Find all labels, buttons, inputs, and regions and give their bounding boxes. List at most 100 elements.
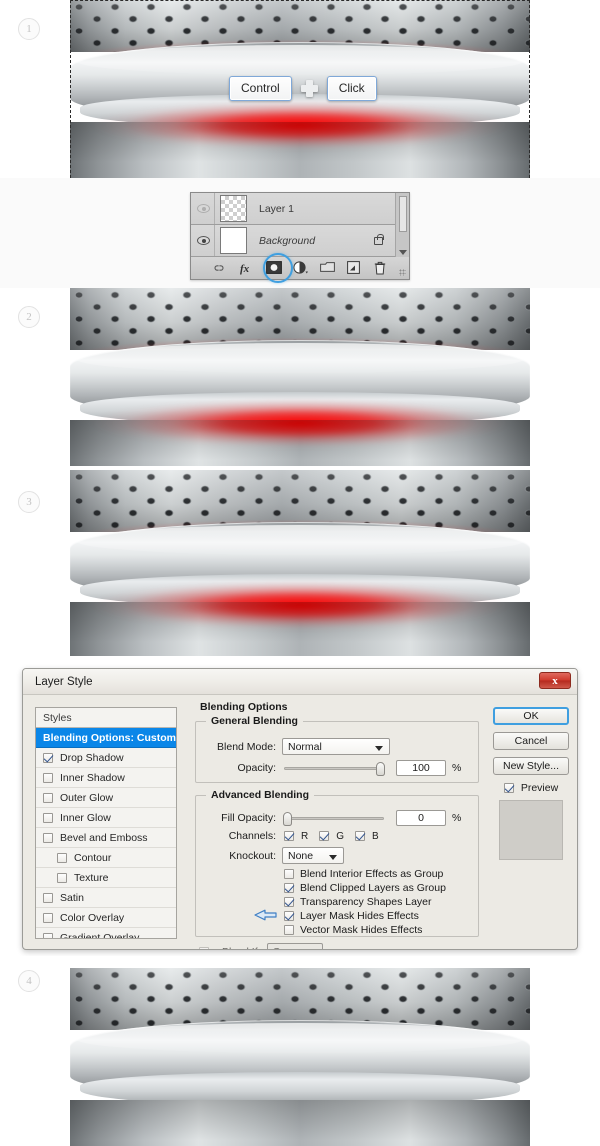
style-checkbox[interactable] (43, 912, 53, 923)
layer-mask-hides-effects-checkbox[interactable] (284, 911, 294, 921)
styles-list-header: Styles (36, 708, 176, 728)
eye-icon[interactable] (197, 204, 210, 213)
blend-clipped-layers-label: Blend Clipped Layers as Group (300, 882, 446, 894)
transparency-shapes-layer-checkbox[interactable] (284, 897, 294, 907)
style-item-label: Color Overlay (60, 911, 125, 924)
fill-opacity-slider-knob[interactable] (283, 811, 292, 826)
layers-scrollbar[interactable] (395, 193, 409, 258)
blend-if-label: Blend If: (222, 946, 261, 950)
close-icon[interactable]: x (539, 672, 571, 689)
style-item-contour[interactable]: Contour (36, 848, 176, 868)
chevron-down-icon (375, 746, 383, 751)
opacity-value-field[interactable]: 100 (396, 760, 446, 776)
channel-g-label: G (336, 830, 345, 842)
layers-toolbar[interactable]: fx (191, 253, 409, 283)
layer-thumbnail[interactable] (220, 195, 247, 222)
advanced-blending-legend: Advanced Blending (206, 789, 315, 801)
preview-checkbox[interactable] (503, 783, 514, 793)
style-item-drop-shadow[interactable]: Drop Shadow (36, 748, 176, 768)
style-item-label: Blending Options: Custom (43, 731, 176, 744)
layer-thumbnail[interactable] (220, 227, 247, 254)
blend-interior-effects-checkbox[interactable] (284, 869, 294, 879)
style-item-outer-glow[interactable]: Outer Glow (36, 788, 176, 808)
blending-options-legend: Blending Options (195, 701, 293, 713)
style-item-blending-options[interactable]: Blending Options: Custom (36, 728, 176, 748)
style-checkbox[interactable] (43, 772, 53, 783)
channel-b-label: B (372, 830, 379, 842)
channel-b-checkbox[interactable] (355, 831, 366, 841)
new-adjustment-layer-icon[interactable] (293, 261, 308, 275)
ok-button[interactable]: OK (493, 707, 569, 725)
style-checkbox[interactable] (57, 872, 67, 883)
style-checkbox[interactable] (43, 752, 53, 763)
scroll-down-arrow-icon[interactable] (399, 250, 407, 255)
layer-style-dialog[interactable]: Layer Style x Styles Blending Options: C… (22, 668, 578, 950)
style-checkbox[interactable] (43, 932, 53, 938)
transparency-shapes-layer-row[interactable]: Transparency Shapes Layer (284, 896, 432, 908)
vector-mask-hides-effects-checkbox[interactable] (284, 925, 294, 935)
opacity-slider-knob[interactable] (376, 761, 385, 776)
fill-opacity-value-field[interactable]: 0 (396, 810, 446, 826)
link-layers-icon[interactable] (212, 261, 226, 275)
blend-interior-effects-row[interactable]: Blend Interior Effects as Group (284, 868, 443, 880)
scrollbar-thumb[interactable] (399, 196, 407, 232)
style-checkbox[interactable] (43, 792, 53, 803)
plus-sign-icon (300, 80, 318, 97)
dialog-body: Styles Blending Options: Custom Drop Sha… (23, 695, 577, 950)
preview-swatch (499, 800, 563, 860)
control-key-button[interactable]: Control (229, 76, 292, 101)
eye-icon[interactable] (197, 236, 210, 245)
style-item-label: Bevel and Emboss (60, 831, 148, 844)
new-style-button[interactable]: New Style... (493, 757, 569, 775)
knockout-value: None (288, 849, 314, 862)
channel-g-checkbox[interactable] (319, 831, 330, 841)
cylinder-artwork-3 (70, 466, 530, 656)
blend-if-select[interactable]: Gray (266, 943, 323, 949)
cylinder-artwork-4 (70, 956, 530, 1146)
click-key-button[interactable]: Click (326, 76, 377, 101)
style-item-inner-glow[interactable]: Inner Glow (36, 808, 176, 828)
style-item-gradient-overlay[interactable]: Gradient Overlay (36, 928, 176, 938)
style-item-color-overlay[interactable]: Color Overlay (36, 908, 176, 928)
fill-opacity-slider[interactable] (283, 811, 384, 826)
blend-mode-select[interactable]: Normal (282, 738, 390, 755)
vector-mask-hides-effects-row[interactable]: Vector Mask Hides Effects (284, 924, 422, 936)
new-group-icon[interactable] (320, 261, 335, 275)
style-item-satin[interactable]: Satin (36, 888, 176, 908)
delete-layer-icon[interactable] (374, 261, 388, 275)
style-checkbox[interactable] (43, 892, 53, 903)
layer-row[interactable]: Background (191, 225, 409, 257)
style-checkbox[interactable] (43, 812, 53, 823)
style-checkbox[interactable] (57, 852, 67, 863)
style-checkbox[interactable] (43, 832, 53, 843)
panel-resize-grip[interactable] (399, 269, 406, 276)
blend-clipped-layers-row[interactable]: Blend Clipped Layers as Group (284, 882, 446, 894)
body-inner-shadow (70, 122, 530, 162)
layers-panel[interactable]: Layer 1 Background fx (190, 192, 410, 283)
layer-mask-hides-effects-row[interactable]: Layer Mask Hides Effects (284, 910, 419, 922)
channel-r-checkbox[interactable] (284, 831, 294, 841)
layer-row[interactable]: Layer 1 (191, 193, 409, 225)
blend-mode-value: Normal (288, 740, 322, 753)
pointer-arrow-icon (254, 909, 277, 921)
style-item-texture[interactable]: Texture (36, 868, 176, 888)
layer-visibility-cell[interactable] (193, 225, 215, 256)
cancel-button[interactable]: Cancel (493, 732, 569, 750)
styles-list[interactable]: Styles Blending Options: Custom Drop Sha… (35, 707, 177, 939)
preview-row[interactable]: Preview (493, 782, 569, 794)
layers-panel-section: Layer 1 Background fx (0, 178, 600, 288)
step-4-section: 4 (0, 956, 600, 1146)
style-item-label: Inner Glow (60, 811, 111, 824)
step-badge-3: 3 (18, 491, 40, 513)
body-inner-shadow (70, 420, 530, 460)
opacity-slider[interactable] (284, 761, 385, 776)
style-item-bevel-and-emboss[interactable]: Bevel and Emboss (36, 828, 176, 848)
knockout-select[interactable]: None (282, 847, 344, 864)
layer-visibility-cell[interactable] (193, 193, 215, 224)
blend-clipped-layers-checkbox[interactable] (284, 883, 294, 893)
new-layer-icon[interactable] (347, 261, 361, 275)
fx-layer-style-icon[interactable]: fx (239, 261, 253, 275)
style-item-inner-shadow[interactable]: Inner Shadow (36, 768, 176, 788)
fill-opacity-label: Fill Opacity: (221, 812, 276, 824)
add-layer-mask-icon[interactable] (266, 261, 282, 275)
